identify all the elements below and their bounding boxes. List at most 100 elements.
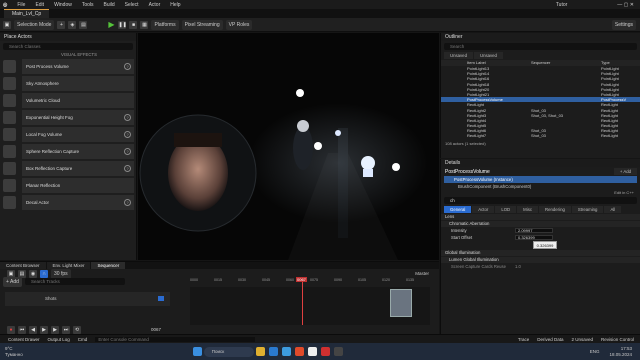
help-icon[interactable]: ? xyxy=(124,148,131,155)
prev-frame-icon[interactable]: ◀ xyxy=(29,325,37,334)
instance-row[interactable]: PostProcessVolume (Instance) xyxy=(444,176,637,183)
place-actors-search[interactable]: Search Classes xyxy=(3,43,133,50)
menu-tools[interactable]: Tools xyxy=(82,2,94,8)
shot-thumbnail[interactable] xyxy=(390,289,412,317)
snap-icon[interactable]: ∩ xyxy=(40,269,48,278)
help-icon[interactable]: ? xyxy=(124,165,131,172)
tab-general[interactable]: General xyxy=(444,206,472,213)
actor-exponential-height-fog[interactable]: Exponential Height Fog? xyxy=(3,110,134,125)
timeline-ruler[interactable]: 0000 0015 0030 0045 0060 0075 0090 0105 0120 0135 xyxy=(190,278,430,285)
loop-icon[interactable]: ⟲ xyxy=(73,325,81,334)
help-icon[interactable]: ? xyxy=(124,199,131,206)
derived-data-button[interactable]: Derived Data xyxy=(537,337,563,342)
fps-dropdown[interactable]: 30 fps xyxy=(51,268,71,279)
filter-unsaved-1[interactable]: Unsaved xyxy=(444,51,473,59)
actor-decal[interactable]: Decal Actor? xyxy=(3,195,134,210)
store-icon[interactable] xyxy=(281,347,291,356)
media-icon[interactable] xyxy=(320,347,330,356)
playhead[interactable] xyxy=(302,278,303,325)
cmd-dropdown[interactable]: Cmd xyxy=(78,337,88,342)
level-tab[interactable]: Main_Lvl_Cp xyxy=(4,9,50,18)
add-actor-icon[interactable]: + xyxy=(57,20,66,29)
next-frame-icon[interactable]: ▶ xyxy=(51,325,59,334)
unreal-logo-icon[interactable]: ◎ xyxy=(3,2,7,8)
screen-capture-value[interactable]: 1.0 xyxy=(515,263,521,270)
window-controls[interactable]: — ▢ ✕ xyxy=(617,2,634,8)
component-row[interactable]: BrushComponent (BrushComponent0) xyxy=(444,183,637,190)
menu-edit[interactable]: Edit xyxy=(35,2,44,8)
actor-local-fog-volume[interactable]: Local Fog Volume? xyxy=(3,127,134,142)
outliner-search[interactable]: Search xyxy=(444,43,637,50)
language-indicator[interactable]: ENG xyxy=(590,349,600,354)
section-lens[interactable]: Lens xyxy=(441,214,640,220)
menu-window[interactable]: Window xyxy=(54,2,72,8)
track-search[interactable]: Search Tracks xyxy=(24,278,125,285)
tab-misc[interactable]: Misc xyxy=(517,206,539,213)
clock[interactable]: 17:53 18.05.2024 xyxy=(609,346,632,358)
weather-widget[interactable]: 9°C Туманно xyxy=(5,346,23,358)
menu-select[interactable]: Select xyxy=(125,2,139,8)
section-global-illumination[interactable]: Global Illumination xyxy=(441,250,640,256)
tab-actor[interactable]: Actor xyxy=(472,206,495,213)
start-offset-input[interactable]: 0.326399 xyxy=(515,235,553,240)
menu-file[interactable]: File xyxy=(17,2,25,8)
blueprint-icon[interactable]: ◈ xyxy=(68,20,77,29)
edit-in-cpp-link[interactable]: Edit in C++ xyxy=(441,190,640,195)
pixel-streaming-dropdown[interactable]: Pixel Streaming xyxy=(181,19,223,30)
timeline-area[interactable] xyxy=(190,287,430,325)
tab-all[interactable]: All xyxy=(604,206,622,213)
platforms-dropdown[interactable]: Platforms xyxy=(151,19,179,30)
actor-post-process-volume[interactable]: Post Process Volume? xyxy=(3,59,134,74)
camera-cut-icon[interactable] xyxy=(158,296,164,301)
help-icon[interactable]: ? xyxy=(124,114,131,121)
settings-button[interactable]: Settings xyxy=(611,19,636,30)
tab-rendering[interactable]: Rendering xyxy=(539,206,571,213)
menu-build[interactable]: Build xyxy=(104,2,115,8)
tab-sequencer[interactable]: Sequencer xyxy=(91,262,126,269)
record-icon[interactable]: ● xyxy=(7,325,15,334)
add-track-button[interactable]: + Add xyxy=(3,276,22,287)
tab-content-browser[interactable]: Content Browser xyxy=(0,262,46,269)
details-search[interactable]: ch xyxy=(444,197,637,204)
filter-unsaved-2[interactable]: Unsaved xyxy=(473,51,503,59)
help-icon[interactable]: ? xyxy=(124,131,131,138)
master-breadcrumb[interactable]: Master xyxy=(415,271,429,276)
actor-box-reflection-capture[interactable]: Box Reflection Capture? xyxy=(3,161,134,176)
windows-start-icon[interactable] xyxy=(192,347,202,356)
level-viewport[interactable]: ☰ Perspective Lit ⊕ Scalability: Cinemat… xyxy=(138,33,439,260)
add-component-button[interactable]: + Add xyxy=(613,168,637,175)
output-log-button[interactable]: Output Log xyxy=(48,337,70,342)
browser-icon[interactable] xyxy=(294,347,304,356)
vp-roles-dropdown[interactable]: VP Roles xyxy=(225,19,253,30)
menu-actor[interactable]: Actor xyxy=(149,2,161,8)
actor-volumetric-cloud[interactable]: Volumetric Cloud xyxy=(3,93,134,108)
outliner-row[interactable]: RectLight7 Shot_03 RectLight xyxy=(441,133,640,138)
file-explorer-icon[interactable] xyxy=(255,347,265,356)
tab-streaming[interactable]: Streaming xyxy=(571,206,604,213)
tab-lod[interactable]: LOD xyxy=(495,206,517,213)
trace-button[interactable]: Trace xyxy=(518,337,529,342)
actor-planar-reflection[interactable]: Planar Reflection xyxy=(3,178,134,193)
edge-icon[interactable] xyxy=(268,347,278,356)
terminal-icon[interactable] xyxy=(333,347,343,356)
track-shots[interactable]: Shots xyxy=(5,292,170,306)
stop-icon[interactable]: ■ xyxy=(129,20,138,29)
menu-help[interactable]: Help xyxy=(170,2,180,8)
unsaved-button[interactable]: 2 Unsaved xyxy=(571,337,593,342)
save-icon[interactable]: ▣ xyxy=(3,20,11,29)
jump-start-icon[interactable]: ⏮ xyxy=(18,325,26,334)
unreal-icon[interactable] xyxy=(307,347,317,356)
play-sequence-icon[interactable]: ▶ xyxy=(40,325,48,334)
camera-icon[interactable]: ◉ xyxy=(29,269,37,278)
console-input[interactable]: Enter Console Command xyxy=(95,336,256,342)
actor-sky-atmosphere[interactable]: Sky Atmosphere xyxy=(3,76,134,91)
intensity-input[interactable]: 2.09997 xyxy=(515,228,553,233)
current-frame[interactable]: 0067 xyxy=(151,327,161,332)
revision-control-button[interactable]: Revision Control xyxy=(601,337,634,342)
pause-icon[interactable]: ❚❚ xyxy=(118,20,127,29)
jump-end-icon[interactable]: ⏭ xyxy=(62,325,70,334)
cinematics-icon[interactable]: ▤ xyxy=(79,20,88,29)
selection-mode-dropdown[interactable]: Selection Mode xyxy=(14,19,55,30)
content-drawer-button[interactable]: Content Drawer xyxy=(8,337,40,342)
help-icon[interactable]: ? xyxy=(124,63,131,70)
